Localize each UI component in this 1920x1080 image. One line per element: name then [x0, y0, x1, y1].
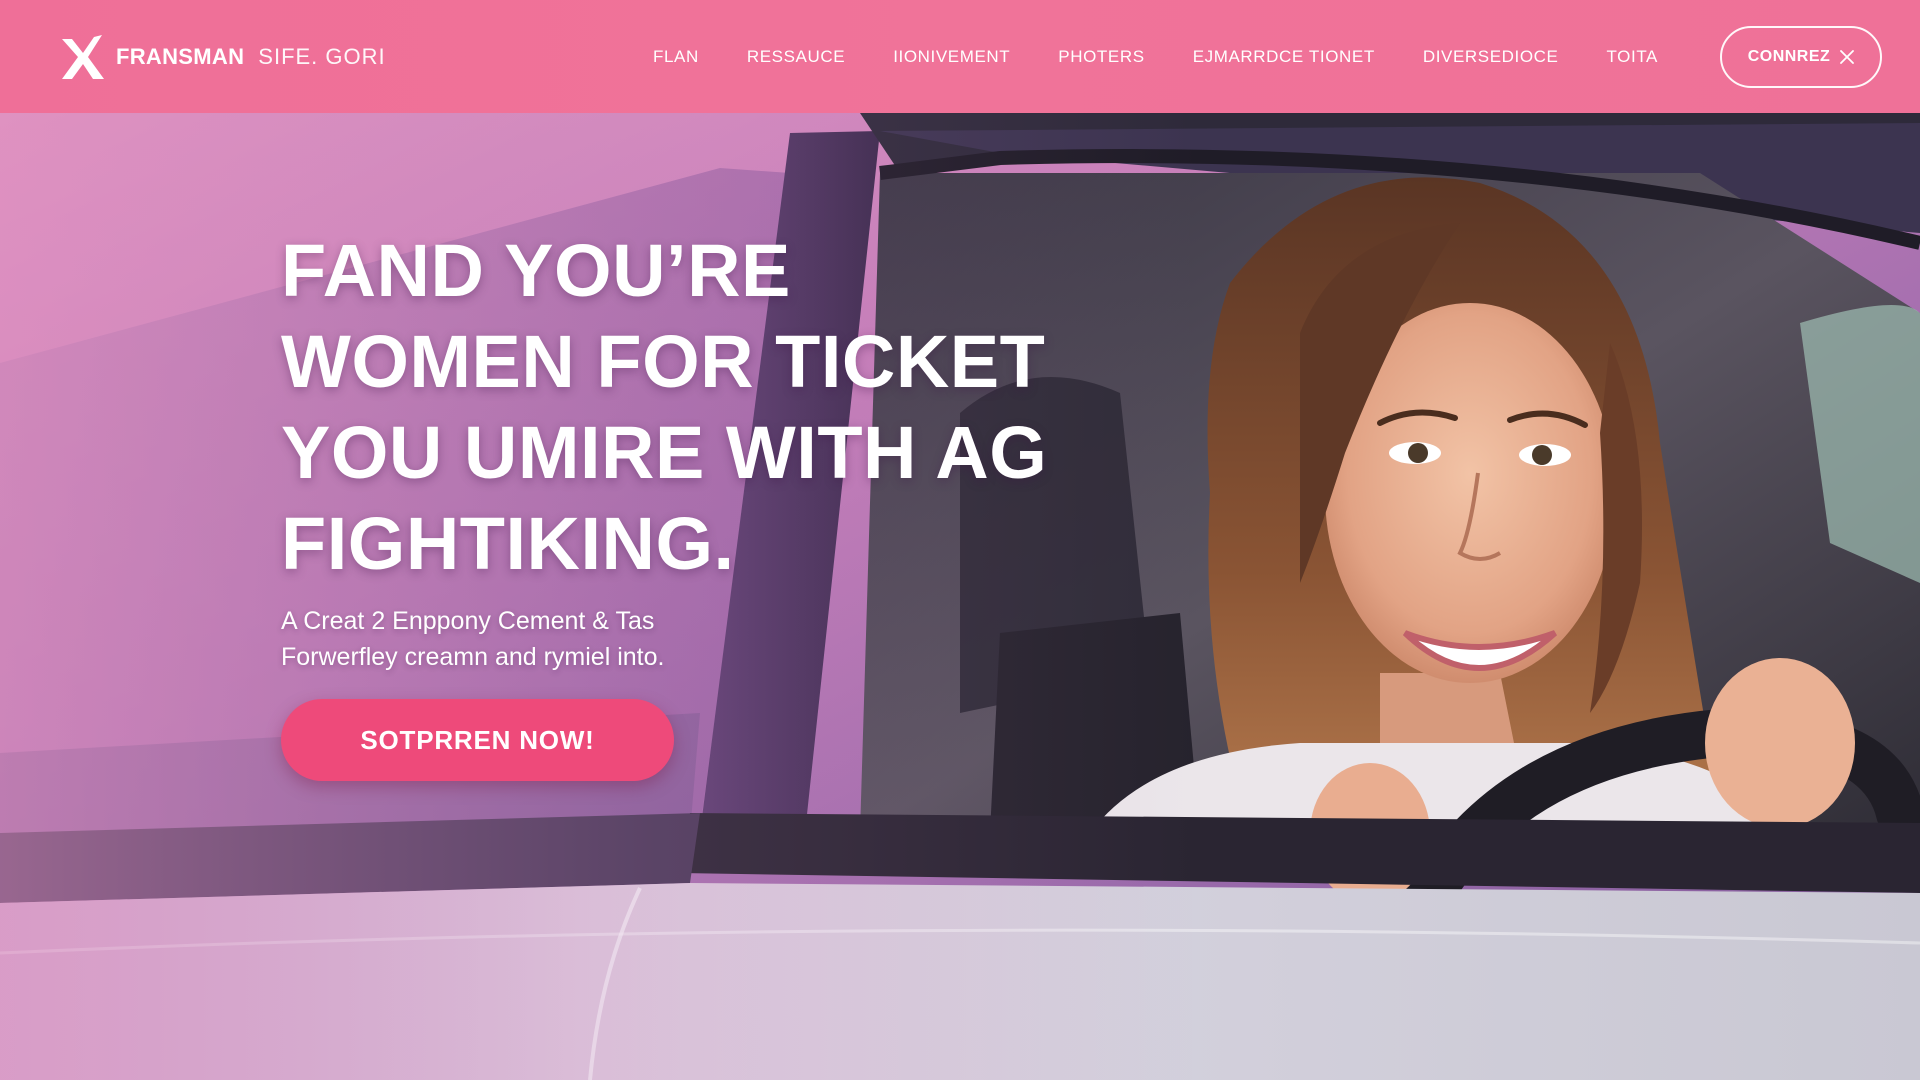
nav-item-ressauce[interactable]: RESSAUCE — [747, 47, 845, 67]
x-logo-icon — [62, 34, 104, 79]
hero-cta-button[interactable]: SOTPRREN NOW! — [281, 699, 674, 781]
hero-subtext: A Creat 2 Enppony Cement & Tas Forwerfle… — [281, 603, 1161, 675]
landing-page: FRANSMAN SIFE. GORI FLAN RESSAUCE IIONIV… — [0, 0, 1920, 1080]
site-logo[interactable]: FRANSMAN SIFE. GORI — [58, 33, 386, 81]
subtext-line-2: Forwerfley creamn and rymiel into. — [281, 643, 665, 671]
headline-line-4: FIGHTIKING. — [281, 502, 735, 585]
hero-section: FAND YOU’RE WOMEN FOR TICKET YOU UMIRE W… — [0, 113, 1920, 1080]
logo-domain: SIFE. GORI — [258, 43, 386, 69]
hero-headline: FAND YOU’RE WOMEN FOR TICKET YOU UMIRE W… — [281, 225, 1161, 589]
site-header: FRANSMAN SIFE. GORI FLAN RESSAUCE IIONIV… — [0, 0, 1920, 113]
nav-item-ejmarrdce-tionet[interactable]: EJMARRDCE TIONET — [1193, 47, 1375, 67]
nav-item-ionivement[interactable]: IIONIVEMENT — [893, 47, 1010, 67]
logo-wordmark: FRANSMAN — [116, 43, 245, 69]
connect-button[interactable]: CONNREZ — [1720, 25, 1882, 88]
connect-button-label: CONNREZ — [1747, 47, 1831, 65]
subtext-line-1: A Creat 2 Enppony Cement & Tas — [281, 607, 655, 635]
nav-item-flan[interactable]: FLAN — [653, 47, 699, 67]
nav-item-diversediodce[interactable]: DIVERSEDIOCE — [1423, 47, 1559, 67]
nav-item-toita[interactable]: TOITA — [1607, 47, 1659, 67]
nav-item-photers[interactable]: PHOTERS — [1058, 47, 1144, 67]
close-icon — [1840, 49, 1855, 64]
headline-line-3: YOU UMIRE WITH AG — [281, 411, 1048, 494]
hero-content: FAND YOU’RE WOMEN FOR TICKET YOU UMIRE W… — [281, 225, 1161, 781]
headline-line-1: FAND YOU’RE — [281, 229, 791, 312]
main-nav: FLAN RESSAUCE IIONIVEMENT PHOTERS EJMARR… — [653, 47, 1658, 67]
headline-line-2: WOMEN FOR TICKET — [281, 320, 1046, 403]
